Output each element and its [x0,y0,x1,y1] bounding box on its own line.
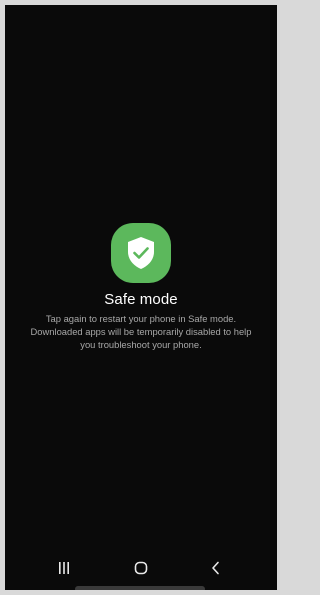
safe-mode-title: Safe mode [104,291,178,308]
recents-icon [59,562,69,574]
back-button[interactable] [201,557,231,579]
home-icon [134,561,148,575]
home-button[interactable] [126,557,156,579]
safe-mode-panel: Safe mode Tap again to restart your phon… [5,223,277,351]
safe-mode-description: Tap again to restart your phone in Safe … [30,313,252,350]
back-icon [212,561,219,575]
gesture-handle[interactable] [75,586,205,590]
phone-screen: Safe mode Tap again to restart your phon… [5,5,277,590]
safe-mode-button[interactable] [111,223,171,283]
recents-button[interactable] [49,557,79,579]
shield-check-icon [128,237,154,269]
navigation-bar [5,553,277,590]
